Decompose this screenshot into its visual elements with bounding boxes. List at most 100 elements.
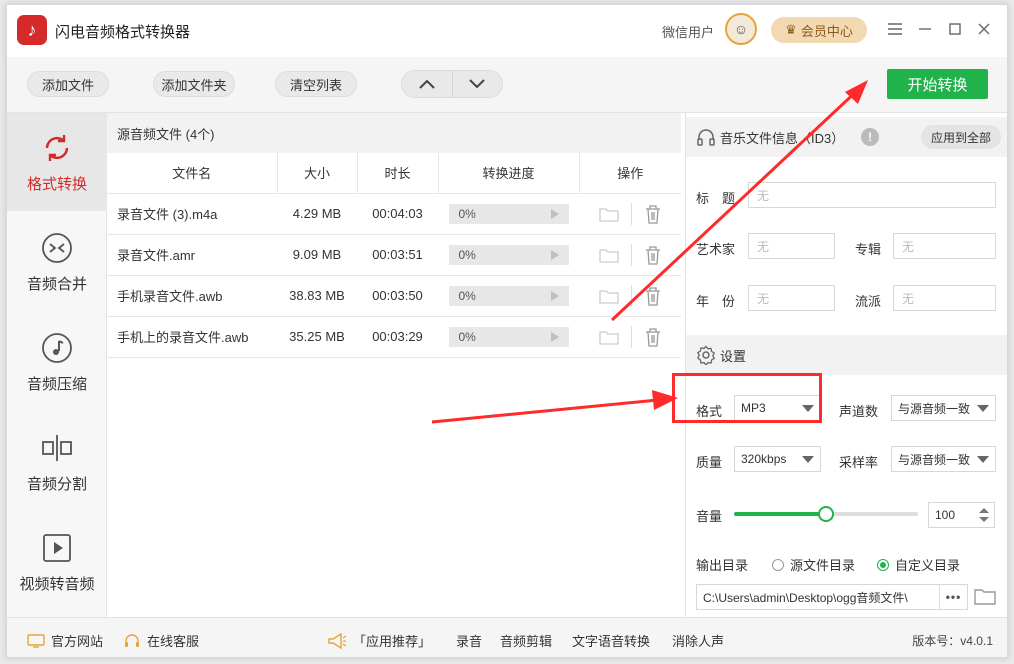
record-link[interactable]: 录音 [456, 631, 482, 650]
quality-label: 质量 [696, 455, 723, 470]
menu-icon[interactable] [885, 19, 905, 39]
play-icon[interactable] [550, 208, 559, 219]
album-field[interactable]: 无 [893, 233, 996, 259]
vip-label: 会员中心 [800, 23, 853, 39]
title-label: 标 题 [696, 191, 736, 206]
genre-field[interactable]: 无 [893, 285, 996, 311]
play-icon[interactable] [550, 249, 559, 260]
version-label: 版本号：v4.0.1 [912, 634, 993, 648]
table-row[interactable]: 手机录音文件.awb 38.83 MB 00:03:50 0% [107, 275, 681, 317]
apply-all-button[interactable]: 应用到全部 [920, 125, 1001, 149]
clear-list-button[interactable]: 清空列表 [275, 71, 357, 97]
user-name[interactable]: 微信用户 [662, 22, 714, 41]
settings-panel: 音乐文件信息（ID3） ! 应用到全部 标 题 无 艺术家 无 专辑 无 年 份… [685, 113, 1007, 617]
volume-slider[interactable] [734, 506, 918, 522]
year-field[interactable]: 无 [748, 285, 835, 311]
move-down-button[interactable] [453, 71, 503, 97]
album-label: 专辑 [855, 242, 882, 257]
tts-link[interactable]: 文字语音转换 [572, 631, 650, 650]
chevron-down-icon [802, 456, 814, 463]
output-path-field[interactable]: C:\Users\admin\Desktop\ogg音频文件\ ••• [696, 584, 968, 610]
title-field[interactable]: 无 [748, 182, 996, 208]
file-list-panel: 源音频文件 (4个) 文件名 大小 时长 转换进度 操作 录音文件 (3).m4… [107, 113, 681, 617]
volume-stepper[interactable]: 100 [928, 502, 995, 528]
progress-text: 0% [458, 206, 476, 221]
increment-icon[interactable] [979, 508, 989, 513]
audio-edit-link[interactable]: 音频剪辑 [500, 631, 552, 650]
browse-more-button[interactable]: ••• [939, 585, 967, 609]
play-icon[interactable] [550, 290, 559, 301]
music-note-icon [40, 331, 74, 365]
start-convert-button[interactable]: 开始转换 [887, 69, 988, 99]
file-duration: 00:03:50 [357, 275, 438, 317]
add-folder-button[interactable]: 添加文件夹 [153, 71, 235, 97]
status-bar: 官方网站 在线客服 「应用推荐」 录音 音频剪辑 文字语音转换 消除人声 版本号… [7, 617, 1007, 657]
vocal-remove-link[interactable]: 消除人声 [672, 631, 724, 650]
progress-bar: 0% [448, 326, 569, 347]
channels-value: 与源音频一致 [898, 401, 971, 416]
sidebar: 格式转换 音频合并 音频压缩 音频分割 视频转音频 [7, 113, 107, 617]
refresh-icon [40, 131, 74, 165]
maximize-icon[interactable] [945, 19, 965, 39]
app-logo-icon: ♪ [17, 15, 47, 45]
sidebar-item-format-convert[interactable]: 格式转换 [7, 113, 107, 211]
sidebar-item-audio-split[interactable]: 音频分割 [7, 413, 107, 511]
samplerate-label: 采样率 [839, 455, 879, 470]
volume-value: 100 [935, 508, 956, 522]
radio-source-dir[interactable]: 源文件目录 [772, 555, 855, 574]
recommend-link[interactable]: 「应用推荐」 [327, 631, 431, 650]
table-row[interactable]: 手机上的录音文件.awb 35.25 MB 00:03:29 0% [107, 316, 681, 358]
title-bar: ♪ 闪电音频格式转换器 微信用户 ☺ ♛ 会员中心 [7, 5, 1007, 57]
file-table: 文件名 大小 时长 转换进度 操作 录音文件 (3).m4a 4.29 MB 0… [107, 153, 681, 358]
sidebar-item-audio-compress[interactable]: 音频压缩 [7, 313, 107, 411]
chevron-up-icon [419, 79, 435, 89]
website-link[interactable]: 官方网站 [27, 631, 103, 650]
format-highlight-box [672, 373, 822, 423]
decrement-icon[interactable] [979, 517, 989, 522]
website-label: 官方网站 [51, 634, 104, 649]
progress-bar: 0% [448, 203, 569, 224]
avatar[interactable]: ☺ [725, 13, 757, 45]
file-duration: 00:04:03 [357, 193, 438, 235]
column-header-progress: 转换进度 [438, 153, 580, 194]
column-header-actions: 操作 [579, 153, 681, 194]
app-title: 闪电音频格式转换器 [55, 24, 191, 41]
move-buttons [401, 70, 503, 98]
folder-icon[interactable] [598, 206, 619, 222]
quality-value: 320kbps [741, 452, 787, 466]
trash-icon[interactable] [644, 327, 662, 347]
table-row[interactable]: 录音文件 (3).m4a 4.29 MB 00:04:03 0% [107, 193, 681, 235]
volume-slider-thumb[interactable] [818, 506, 834, 522]
split-icon [40, 431, 74, 465]
folder-icon[interactable] [974, 587, 996, 605]
support-link[interactable]: 在线客服 [123, 631, 199, 650]
folder-icon[interactable] [598, 247, 619, 263]
trash-icon[interactable] [644, 204, 662, 224]
progress-text: 0% [458, 288, 476, 303]
table-header-row: 文件名 大小 时长 转换进度 操作 [107, 153, 681, 194]
vip-center-button[interactable]: ♛ 会员中心 [771, 17, 867, 43]
info-icon[interactable]: ! [861, 128, 879, 146]
radio-custom-dir[interactable]: 自定义目录 [877, 555, 960, 574]
close-icon[interactable] [974, 19, 994, 39]
sidebar-item-audio-merge[interactable]: 音频合并 [7, 213, 107, 311]
minimize-icon[interactable] [915, 19, 935, 39]
trash-icon[interactable] [644, 245, 662, 265]
play-icon[interactable] [550, 331, 559, 342]
artist-field[interactable]: 无 [748, 233, 835, 259]
output-dir-label: 输出目录 [696, 558, 749, 573]
support-label: 在线客服 [147, 634, 200, 649]
channels-select[interactable]: 与源音频一致 [891, 395, 996, 421]
samplerate-select[interactable]: 与源音频一致 [891, 446, 996, 472]
folder-icon[interactable] [598, 288, 619, 304]
move-up-button[interactable] [402, 71, 453, 97]
trash-icon[interactable] [644, 286, 662, 306]
music-info-title: 音乐文件信息（ID3） [720, 130, 845, 146]
table-row[interactable]: 录音文件.amr 9.09 MB 00:03:51 0% [107, 234, 681, 276]
folder-icon[interactable] [598, 329, 619, 345]
sidebar-item-video-to-audio[interactable]: 视频转音频 [7, 513, 107, 611]
toolbar: 添加文件 添加文件夹 清空列表 开始转换 [7, 57, 1007, 113]
add-file-button[interactable]: 添加文件 [27, 71, 109, 97]
file-name: 录音文件.amr [107, 234, 277, 276]
quality-select[interactable]: 320kbps [734, 446, 821, 472]
